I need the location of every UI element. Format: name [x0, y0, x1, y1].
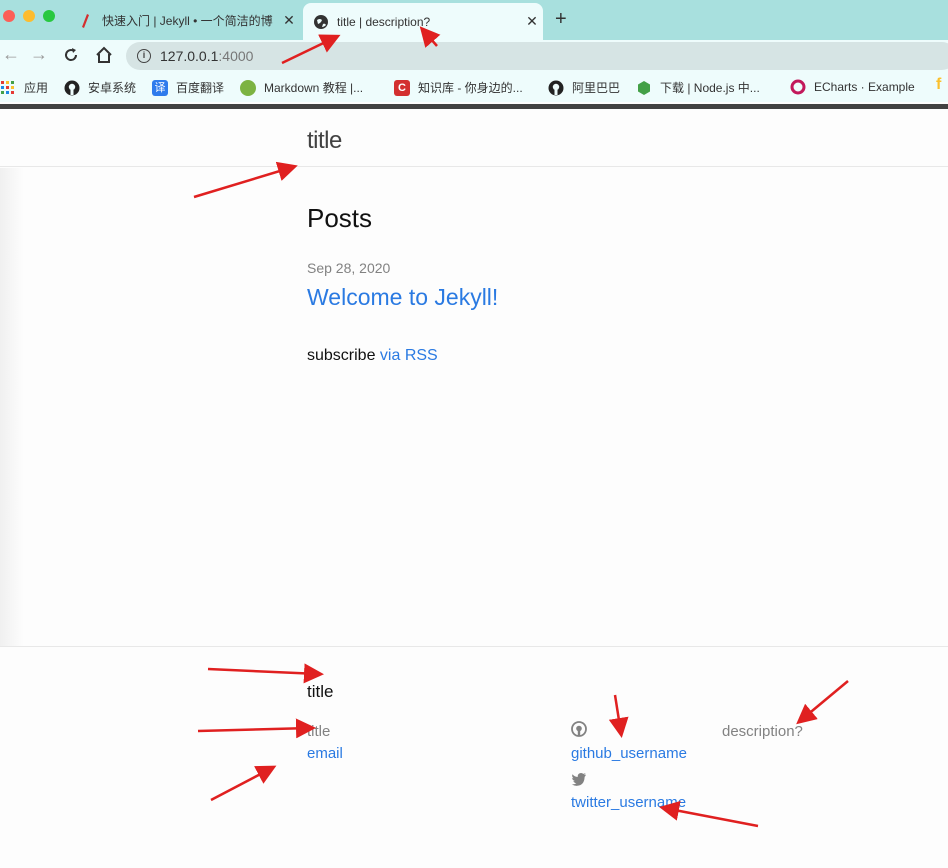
footer-email-link[interactable]: email	[307, 745, 343, 762]
left-edge-shadow	[0, 168, 24, 646]
url-port: :4000	[218, 48, 254, 64]
tab-strip: 快速入门 | Jekyll • 一个简洁的博 ✕ title | descrip…	[0, 0, 948, 40]
github-username-link[interactable]: github_username	[571, 745, 687, 762]
footer-author-name: title	[307, 723, 331, 740]
bookmark-label: 百度翻译	[176, 81, 225, 95]
browser-toolbar: ← → i 127.0.0.1:4000	[0, 40, 948, 72]
annotation-arrow	[193, 161, 298, 199]
tab-active-site[interactable]: title | description? ✕	[303, 3, 543, 40]
close-window-button[interactable]	[3, 10, 15, 22]
bookmark-label: 阿里巴巴	[572, 81, 621, 95]
bookmark-label: ECharts · Example	[814, 80, 915, 94]
bookmark-echarts[interactable]: ECharts · Example	[790, 79, 915, 95]
twitter-icon	[571, 773, 586, 786]
bookmark-label: Markdown 教程 |...	[264, 81, 364, 95]
rss-link[interactable]: via RSS	[380, 347, 438, 364]
tab-close-icon[interactable]: ✕	[521, 13, 543, 30]
github-icon	[548, 80, 564, 95]
bookmark-alibaba[interactable]: 阿里巴巴	[548, 79, 620, 96]
translate-icon: 译	[152, 79, 168, 96]
csdn-icon: C	[394, 79, 410, 96]
site-footer: title title email github_username twitte…	[0, 646, 948, 868]
bookmark-markdown[interactable]: Markdown 教程 |...	[240, 79, 363, 96]
github-icon	[64, 80, 80, 95]
subscribe-label: subscribe	[307, 347, 380, 364]
bookmark-apps[interactable]: 应用	[0, 79, 48, 96]
site-header: title	[0, 109, 948, 167]
bookmark-label: 安卓系统	[88, 81, 137, 95]
home-icon[interactable]	[95, 46, 113, 64]
back-arrow-icon[interactable]: ←	[2, 44, 20, 65]
footer-heading: title	[307, 682, 334, 701]
bookmark-nodejs[interactable]: 下载 | Node.js 中...	[636, 79, 760, 96]
jekyll-favicon-icon	[82, 13, 89, 28]
footer-description: description?	[722, 723, 803, 740]
minimize-window-button[interactable]	[23, 10, 35, 22]
overflow-bookmark-icon[interactable]: f	[936, 76, 941, 94]
bookmarks-bar: 应用 安卓系统 译 百度翻译 Markdown 教程 |... C 知识库 - …	[0, 72, 948, 102]
tab-jekyll-quickstart[interactable]: 快速入门 | Jekyll • 一个简洁的博 ✕	[68, 4, 300, 37]
subscribe-text: subscribe via RSS	[307, 347, 438, 365]
bookmark-baidu-translate[interactable]: 译 百度翻译	[152, 79, 224, 96]
site-info-icon[interactable]: i	[137, 49, 151, 63]
new-tab-button[interactable]: +	[555, 8, 567, 31]
posts-heading: Posts	[307, 203, 373, 233]
address-bar[interactable]: i 127.0.0.1:4000	[126, 42, 948, 70]
post-title-link[interactable]: Welcome to Jekyll!	[307, 284, 498, 311]
apps-grid-icon	[1, 80, 14, 94]
bookmark-label: 下载 | Node.js 中...	[660, 81, 760, 95]
bookmark-label: 知识库 - 你身边的...	[418, 81, 523, 95]
tab-label: 快速入门 | Jekyll • 一个简洁的博	[102, 14, 273, 28]
twitter-username-link[interactable]: twitter_username	[571, 794, 686, 811]
echarts-icon	[790, 79, 806, 95]
maximize-window-button[interactable]	[43, 10, 55, 22]
globe-icon	[314, 14, 328, 29]
github-icon	[571, 721, 587, 737]
post-date: Sep 28, 2020	[307, 260, 391, 276]
forward-arrow-icon[interactable]: →	[30, 44, 48, 65]
tab-label: title | description?	[337, 14, 431, 29]
nodejs-icon	[638, 80, 650, 95]
tab-close-icon[interactable]: ✕	[278, 12, 300, 29]
url-host: 127.0.0.1	[160, 48, 219, 64]
bookmark-csdn[interactable]: C 知识库 - 你身边的...	[394, 79, 523, 96]
bookmark-label: 应用	[24, 81, 49, 95]
reload-icon[interactable]	[63, 47, 79, 63]
site-title-link[interactable]: title	[307, 127, 342, 155]
bookmark-android[interactable]: 安卓系统	[64, 79, 136, 96]
runoob-icon	[240, 79, 256, 96]
